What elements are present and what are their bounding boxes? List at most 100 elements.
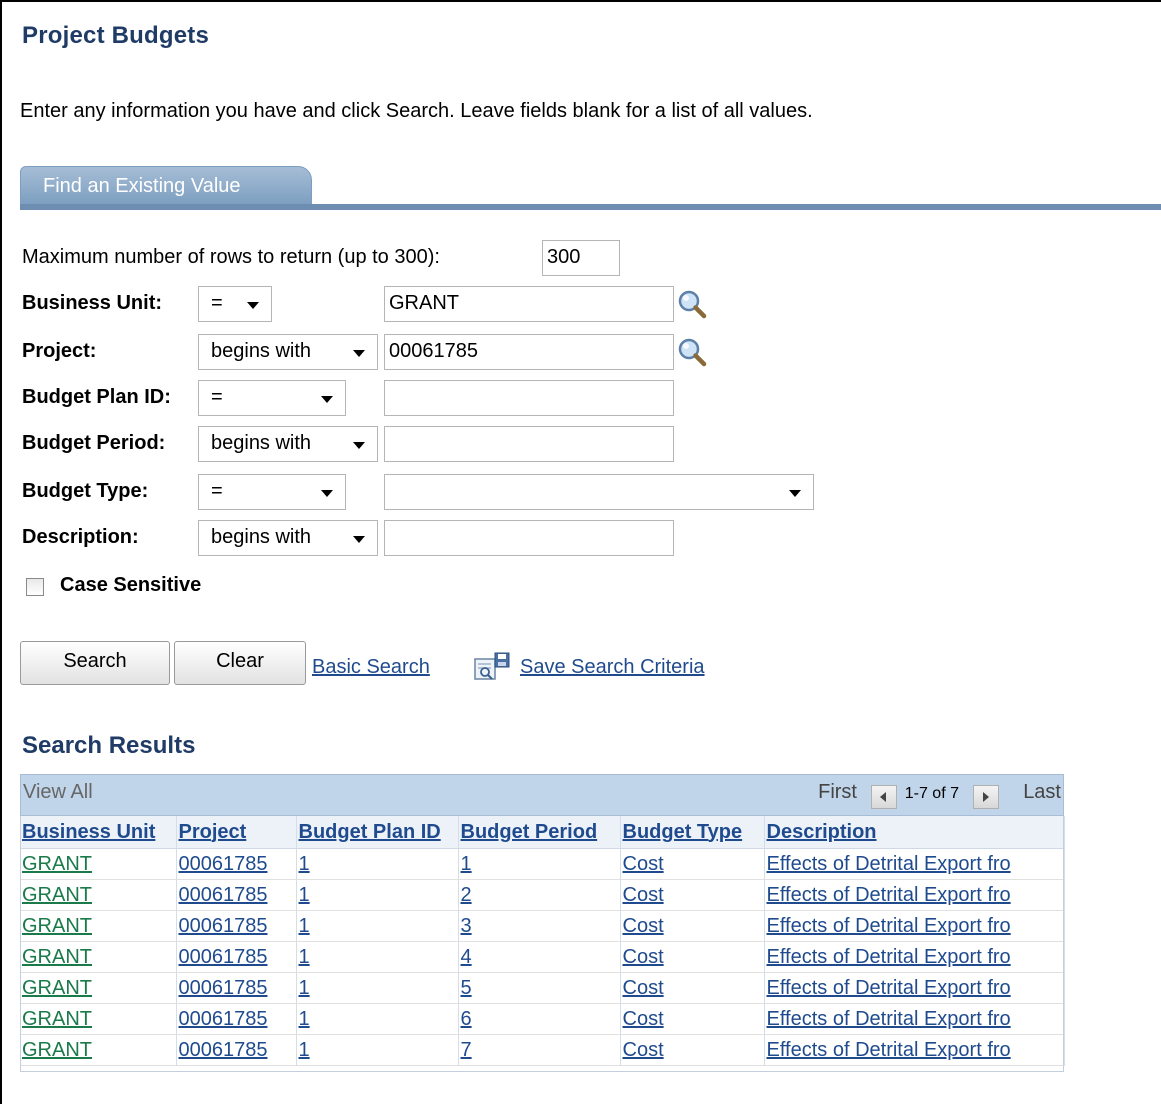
row-range-label: 1-7 of 7	[904, 785, 959, 802]
budget-plan-id-input[interactable]	[384, 380, 674, 416]
cell-business-unit[interactable]: GRANT	[20, 941, 177, 973]
table-row: GRANT 00061785 1 2 Cost Effects of Detrital E…	[20, 879, 1065, 911]
previous-page-button[interactable]	[871, 785, 897, 809]
cell-description[interactable]: Effects of Detrital Export fro	[764, 941, 1065, 973]
budget-period-label: Budget Period:	[22, 432, 166, 454]
cell-description[interactable]: Effects of Detrital Export fro	[764, 1003, 1065, 1035]
cell-description[interactable]: Effects of Detrital Export fro	[764, 879, 1065, 911]
cell-budget-plan-id[interactable]: 1	[296, 910, 459, 942]
lookup-icon[interactable]	[676, 288, 708, 320]
tab-find-existing-value[interactable]: Find an Existing Value	[20, 166, 312, 206]
budget-type-label: Budget Type:	[22, 480, 149, 502]
cell-budget-type[interactable]: Cost	[620, 848, 765, 880]
cell-project[interactable]: 00061785	[176, 879, 297, 911]
project-input[interactable]: 00061785	[384, 334, 674, 370]
cell-business-unit[interactable]: GRANT	[20, 1034, 177, 1066]
cell-business-unit[interactable]: GRANT	[20, 1003, 177, 1035]
lookup-icon[interactable]	[676, 336, 708, 368]
project-label: Project:	[22, 340, 97, 362]
save-search-icon[interactable]	[473, 651, 513, 683]
cell-budget-type[interactable]: Cost	[620, 972, 765, 1004]
table-row: GRANT 00061785 1 5 Cost Effects of Detrital E…	[20, 972, 1065, 1004]
cell-business-unit[interactable]: GRANT	[20, 848, 177, 880]
column-header-budget-plan-id[interactable]: Budget Plan ID	[296, 816, 459, 849]
cell-description[interactable]: Effects of Detrital Export fro	[764, 972, 1065, 1004]
cell-budget-plan-id[interactable]: 1	[296, 879, 459, 911]
chevron-down-icon	[353, 350, 365, 357]
business-unit-operator-value: =	[211, 292, 223, 314]
cell-description[interactable]: Effects of Detrital Export fro	[764, 1034, 1065, 1066]
cell-business-unit[interactable]: GRANT	[20, 910, 177, 942]
table-row: GRANT 00061785 1 6 Cost Effects of Detrital E…	[20, 1003, 1065, 1035]
max-rows-input[interactable]: 300	[542, 240, 620, 276]
next-page-button[interactable]	[973, 785, 999, 809]
budget-type-operator-value: =	[211, 480, 223, 502]
table-row: GRANT 00061785 1 1 Cost Effects of Detrital E…	[20, 848, 1065, 880]
column-header-business-unit[interactable]: Business Unit	[20, 816, 177, 849]
cell-budget-type[interactable]: Cost	[620, 941, 765, 973]
cell-budget-plan-id[interactable]: 1	[296, 1003, 459, 1035]
cell-project[interactable]: 00061785	[176, 1034, 297, 1066]
cell-budget-period[interactable]: 4	[458, 941, 621, 973]
results-header-row: Business Unit Project Budget Plan ID Bud…	[20, 816, 1065, 849]
cell-budget-period[interactable]: 2	[458, 879, 621, 911]
project-operator[interactable]: begins with	[198, 334, 378, 370]
search-results-title: Search Results	[22, 732, 196, 759]
cell-budget-plan-id[interactable]: 1	[296, 941, 459, 973]
description-input[interactable]	[384, 520, 674, 556]
cell-budget-plan-id[interactable]: 1	[296, 848, 459, 880]
cell-budget-period[interactable]: 1	[458, 848, 621, 880]
cell-description[interactable]: Effects of Detrital Export fro	[764, 910, 1065, 942]
cell-project[interactable]: 00061785	[176, 1003, 297, 1035]
cell-project[interactable]: 00061785	[176, 941, 297, 973]
cell-budget-type[interactable]: Cost	[620, 879, 765, 911]
clear-button[interactable]: Clear	[174, 641, 306, 685]
business-unit-input[interactable]: GRANT	[384, 286, 674, 322]
chevron-down-icon	[321, 490, 333, 497]
cell-description[interactable]: Effects of Detrital Export fro	[764, 848, 1065, 880]
cell-budget-period[interactable]: 7	[458, 1034, 621, 1066]
last-link[interactable]: Last	[1023, 781, 1061, 804]
cell-business-unit[interactable]: GRANT	[20, 879, 177, 911]
cell-budget-type[interactable]: Cost	[620, 910, 765, 942]
budget-period-operator-value: begins with	[211, 432, 312, 454]
budget-plan-id-operator-value: =	[211, 386, 223, 408]
business-unit-operator[interactable]: =	[198, 286, 272, 322]
column-header-budget-type[interactable]: Budget Type	[620, 816, 765, 849]
cell-budget-period[interactable]: 6	[458, 1003, 621, 1035]
cell-project[interactable]: 00061785	[176, 848, 297, 880]
search-button[interactable]: Search	[20, 641, 170, 685]
cell-budget-period[interactable]: 3	[458, 910, 621, 942]
cell-project[interactable]: 00061785	[176, 910, 297, 942]
cell-budget-plan-id[interactable]: 1	[296, 1034, 459, 1066]
first-link[interactable]: First	[818, 781, 857, 804]
budget-type-select[interactable]	[384, 474, 814, 510]
chevron-down-icon	[789, 490, 801, 497]
case-sensitive-checkbox[interactable]	[26, 578, 44, 596]
cell-budget-period[interactable]: 5	[458, 972, 621, 1004]
cell-business-unit[interactable]: GRANT	[20, 972, 177, 1004]
budget-type-operator[interactable]: =	[198, 474, 346, 510]
tab-label: Find an Existing Value	[43, 175, 241, 197]
budget-period-operator[interactable]: begins with	[198, 426, 378, 462]
cell-budget-type[interactable]: Cost	[620, 1034, 765, 1066]
cell-budget-type[interactable]: Cost	[620, 1003, 765, 1035]
budget-plan-id-operator[interactable]: =	[198, 380, 346, 416]
cell-budget-plan-id[interactable]: 1	[296, 972, 459, 1004]
budget-plan-id-label: Budget Plan ID:	[22, 386, 171, 408]
table-row: GRANT 00061785 1 7 Cost Effects of Detrital E…	[20, 1034, 1065, 1066]
project-operator-value: begins with	[211, 340, 312, 362]
description-operator[interactable]: begins with	[198, 520, 378, 556]
save-search-criteria-link[interactable]: Save Search Criteria	[520, 656, 705, 679]
chevron-down-icon	[321, 396, 333, 403]
basic-search-link[interactable]: Basic Search	[312, 656, 430, 679]
cell-project[interactable]: 00061785	[176, 972, 297, 1004]
column-header-description[interactable]: Description	[764, 816, 1065, 849]
tab-divider	[20, 204, 1161, 210]
column-header-budget-period[interactable]: Budget Period	[458, 816, 621, 849]
view-all-link[interactable]: View All	[23, 781, 93, 804]
column-header-project[interactable]: Project	[176, 816, 297, 849]
table-row: GRANT 00061785 1 4 Cost Effects of Detrital E…	[20, 941, 1065, 973]
chevron-down-icon	[353, 536, 365, 543]
budget-period-input[interactable]	[384, 426, 674, 462]
